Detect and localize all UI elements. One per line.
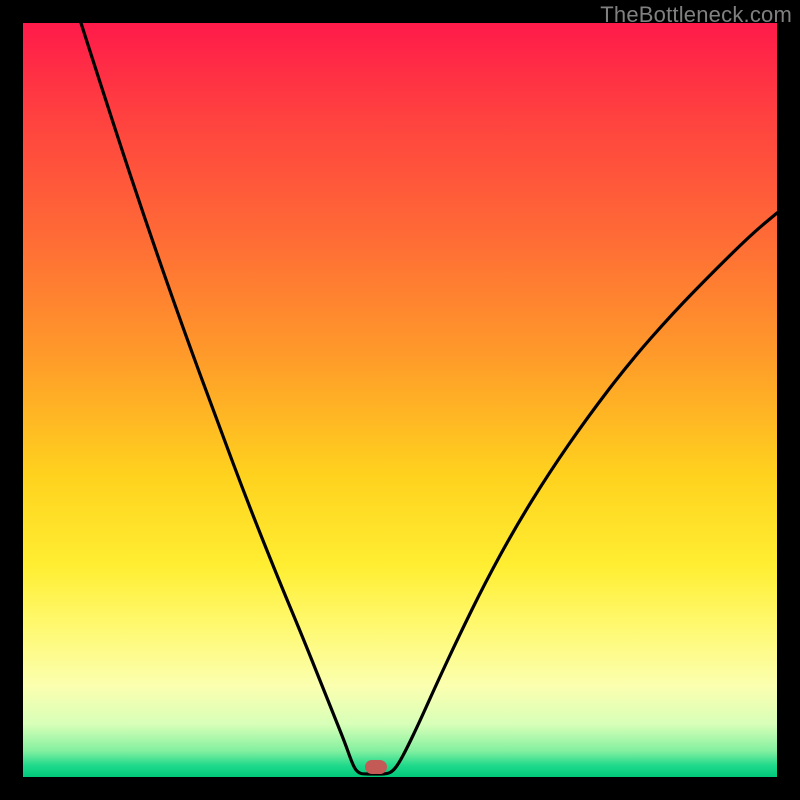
curve-layer [23,23,777,777]
bottleneck-curve [81,23,777,774]
chart-frame [23,23,777,777]
optimum-marker [365,760,387,774]
